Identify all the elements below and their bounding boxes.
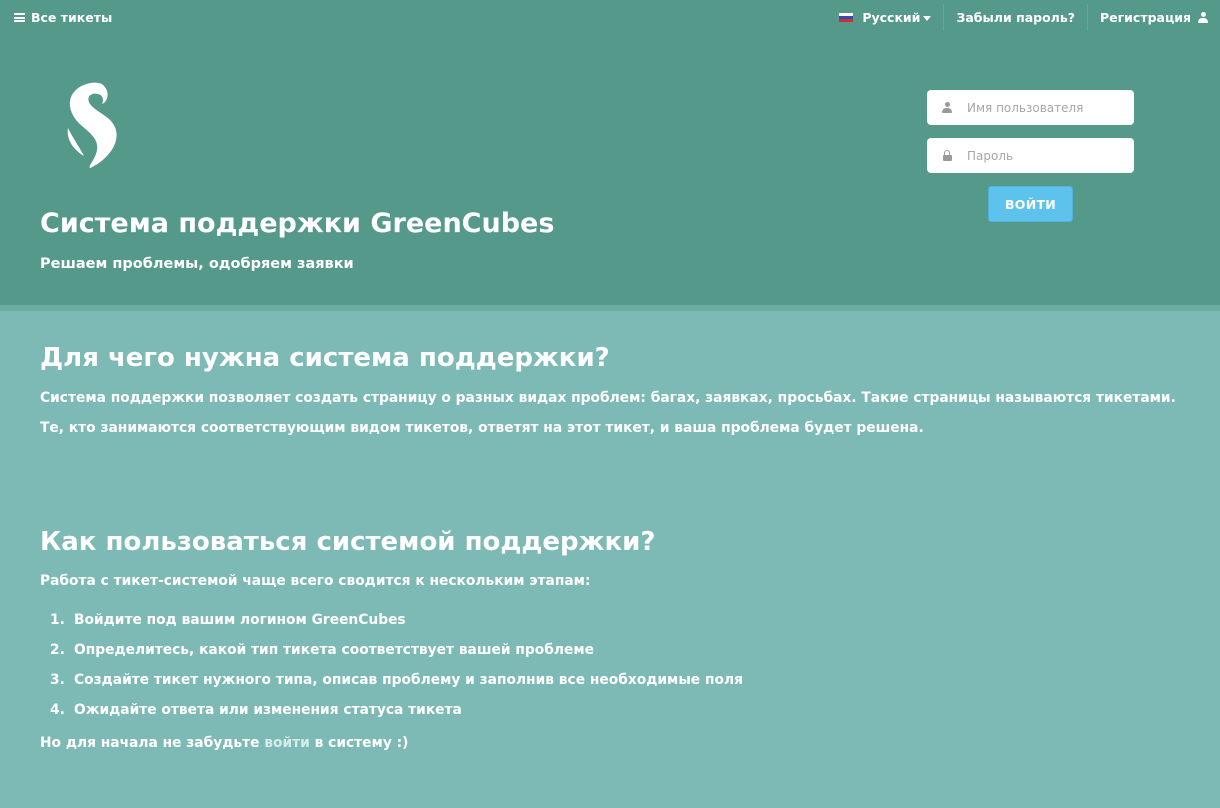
user-icon: [1198, 12, 1208, 23]
outro-text: в систему :): [314, 735, 409, 751]
register-link[interactable]: Регистрация: [1088, 0, 1220, 35]
all-tickets-label: Все тикеты: [31, 10, 113, 25]
language-dropdown[interactable]: Русский: [827, 0, 943, 35]
step-text: Войдите под вашим логином GreenCubes: [74, 612, 406, 628]
greencubes-logo: [67, 82, 117, 168]
list-item: 4. Ожидайте ответа или изменения статуса…: [40, 700, 743, 730]
russia-flag-icon: [839, 12, 854, 23]
password-field[interactable]: [927, 138, 1134, 173]
section-text: Система поддержки позволяет создать стра…: [40, 390, 1176, 406]
language-label: Русский: [862, 10, 921, 25]
hero-divider: [0, 305, 1220, 311]
steps-list: 1. Войдите под вашим логином GreenCubes …: [40, 610, 743, 730]
username-field[interactable]: [927, 90, 1134, 125]
outro-text: Но для начала не забудьте: [40, 735, 260, 751]
username-input[interactable]: [967, 100, 1127, 115]
page-title: Система поддержки GreenCubes: [40, 208, 555, 239]
user-icon: [942, 102, 952, 113]
step-text: Определитесь, какой тип тикета соответст…: [74, 642, 594, 658]
step-number: 4.: [50, 702, 65, 718]
page-subtitle: Решаем проблемы, одобряем заявки: [40, 256, 354, 272]
step-number: 2.: [50, 642, 65, 658]
register-label: Регистрация: [1099, 10, 1191, 25]
chevron-down-icon: [923, 15, 932, 21]
section-text: Те, кто занимаются соответствующим видом…: [40, 420, 924, 436]
menu-icon: [14, 13, 25, 22]
step-text: Создайте тикет нужного типа, описав проб…: [74, 672, 743, 688]
password-input[interactable]: [967, 148, 1127, 163]
section-outro: Но для начала не забудьте войти в систем…: [40, 735, 408, 751]
list-item: 3. Создайте тикет нужного типа, описав п…: [40, 670, 743, 700]
section-intro: Работа с тикет-системой чаще всего своди…: [40, 573, 591, 589]
list-item: 1. Войдите под вашим логином GreenCubes: [40, 610, 743, 640]
login-button[interactable]: ВОЙТИ: [988, 186, 1073, 222]
step-number: 1.: [50, 612, 65, 628]
forgot-password-link[interactable]: Забыли пароль?: [944, 0, 1087, 35]
top-navbar: Все тикеты Русский Забыли пароль? Регист…: [0, 0, 1220, 35]
step-number: 3.: [50, 672, 65, 688]
section-heading-usage: Как пользоваться системой поддержки?: [40, 527, 656, 557]
all-tickets-link[interactable]: Все тикеты: [14, 10, 112, 25]
section-heading-purpose: Для чего нужна система поддержки?: [40, 343, 610, 373]
list-item: 2. Определитесь, какой тип тикета соотве…: [40, 640, 743, 670]
login-link[interactable]: войти: [264, 735, 310, 751]
step-text: Ожидайте ответа или изменения статуса ти…: [74, 702, 462, 718]
lock-icon: [942, 150, 952, 161]
